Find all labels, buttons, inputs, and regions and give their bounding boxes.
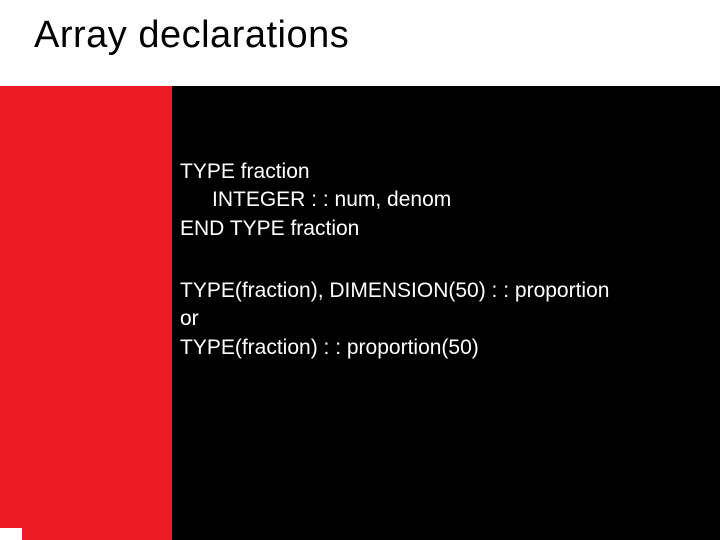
code-block-2: TYPE(fraction), DIMENSION(50) : : propor… (180, 277, 690, 362)
code-line: TYPE(fraction) : : proportion(50) (180, 334, 690, 362)
code-line: TYPE(fraction), DIMENSION(50) : : propor… (180, 277, 690, 305)
red-sidebar (0, 86, 172, 540)
code-line: END TYPE fraction (180, 215, 690, 243)
code-block-1: TYPE fraction INTEGER : : num, denom END… (180, 158, 690, 243)
slide-content: TYPE fraction INTEGER : : num, denom END… (180, 158, 690, 362)
code-line: TYPE fraction (180, 158, 690, 186)
code-line: INTEGER : : num, denom (180, 186, 690, 214)
slide-title: Array declarations (34, 14, 720, 57)
title-bar: Array declarations (0, 0, 720, 86)
corner-accent (0, 528, 22, 540)
code-line: or (180, 305, 690, 333)
